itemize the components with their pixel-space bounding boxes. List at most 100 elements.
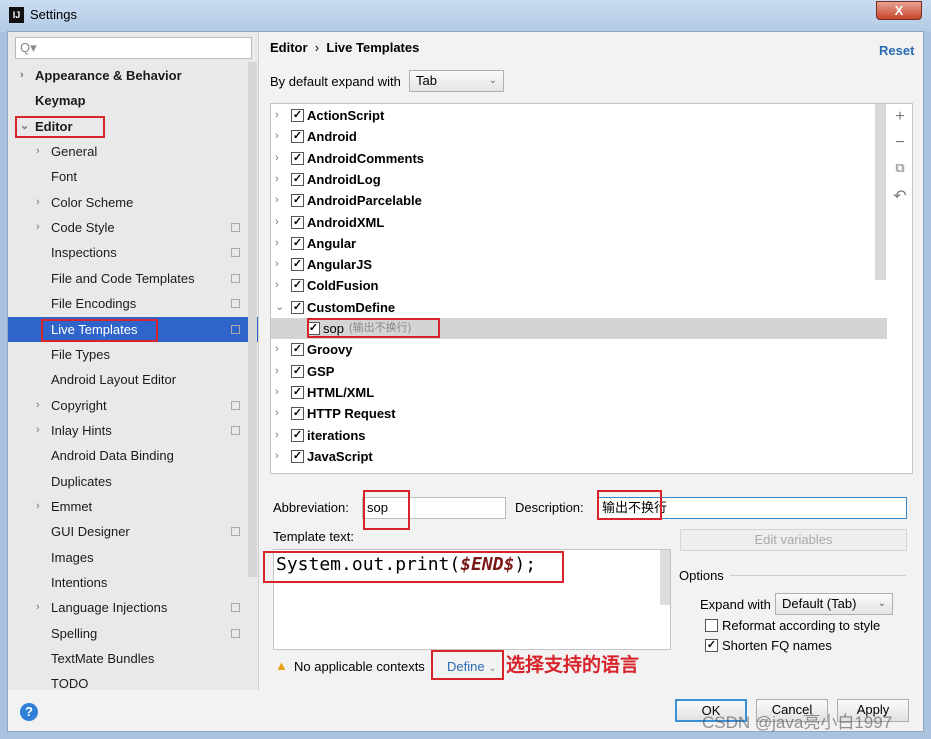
remove-icon[interactable]: − (892, 134, 908, 152)
enabled-checkbox[interactable]: ✓ (291, 236, 304, 250)
template-group-row[interactable]: › ✓ Android (271, 126, 887, 147)
chevron-right-icon[interactable]: › (275, 361, 279, 382)
enabled-checkbox[interactable]: ✓ (291, 151, 304, 165)
sidebar-item[interactable]: File and Code Templates (8, 266, 248, 291)
highlight-editor (15, 116, 105, 138)
add-icon[interactable]: + (892, 108, 908, 126)
tree-scrollbar[interactable] (875, 104, 886, 280)
template-group-row[interactable]: › ✓ AndroidLog (271, 169, 887, 190)
copy-icon[interactable]: ⧉ (892, 160, 908, 176)
enabled-checkbox[interactable]: ✓ (291, 194, 304, 208)
project-copy-icon (231, 299, 240, 309)
shorten-checkbox[interactable]: ✓ (705, 639, 718, 652)
sidebar-item[interactable]: › General (8, 139, 248, 164)
chevron-right-icon[interactable]: › (36, 190, 40, 215)
chevron-right-icon[interactable]: › (275, 446, 279, 467)
sidebar-item-label: Spelling (51, 625, 98, 641)
template-group-row[interactable]: › ✓ Groovy (271, 339, 887, 360)
template-label: JavaScript (307, 448, 373, 464)
enabled-checkbox[interactable]: ✓ (291, 130, 304, 144)
sidebar-item[interactable]: › Copyright (8, 393, 248, 418)
sidebar-item[interactable]: Keymap (8, 88, 248, 113)
highlight-sop (307, 318, 440, 338)
expand-select[interactable]: Tab ⌄ (409, 70, 504, 92)
template-group-row[interactable]: › ✓ Angular (271, 233, 887, 254)
help-icon[interactable]: ? (20, 703, 38, 721)
reset-link[interactable]: Reset (879, 43, 914, 58)
chevron-right-icon[interactable]: › (275, 212, 279, 233)
sidebar-item[interactable]: Android Data Binding (8, 443, 248, 468)
chevron-right-icon[interactable]: › (275, 105, 279, 126)
chevron-right-icon[interactable]: › (275, 126, 279, 147)
reformat-checkbox[interactable] (705, 619, 718, 632)
sidebar-item[interactable]: Inspections (8, 240, 248, 265)
enabled-checkbox[interactable]: ✓ (291, 385, 304, 399)
chevron-right-icon[interactable]: › (275, 403, 279, 424)
search-input[interactable]: Q▾ (15, 37, 252, 59)
template-group-row[interactable]: › ✓ GSP (271, 361, 887, 382)
sidebar-item[interactable]: TODO (8, 671, 248, 696)
enabled-checkbox[interactable]: ✓ (291, 279, 304, 293)
edit-variables-button[interactable]: Edit variables (680, 529, 907, 551)
enabled-checkbox[interactable]: ✓ (291, 300, 304, 314)
sidebar-scrollbar[interactable] (248, 62, 257, 577)
chevron-down-icon[interactable]: ⌄ (275, 297, 284, 318)
template-group-row[interactable]: › ✓ HTML/XML (271, 382, 887, 403)
sidebar-item[interactable]: Android Layout Editor (8, 367, 248, 392)
template-group-row[interactable]: › ✓ HTTP Request (271, 403, 887, 424)
chevron-right-icon[interactable]: › (275, 148, 279, 169)
sidebar-item[interactable]: › Code Style (8, 215, 248, 240)
close-button[interactable]: X (876, 1, 922, 20)
enabled-checkbox[interactable]: ✓ (291, 215, 304, 229)
enabled-checkbox[interactable]: ✓ (291, 343, 304, 357)
sidebar-item[interactable]: Images (8, 545, 248, 570)
revert-icon[interactable]: ↶ (892, 186, 908, 206)
enabled-checkbox[interactable]: ✓ (291, 407, 304, 421)
sidebar-item[interactable]: GUI Designer (8, 519, 248, 544)
chevron-right-icon[interactable]: › (275, 233, 279, 254)
chevron-right-icon[interactable]: › (36, 418, 40, 443)
chevron-right-icon[interactable]: › (275, 254, 279, 275)
enabled-checkbox[interactable]: ✓ (291, 449, 304, 463)
chevron-right-icon[interactable]: › (275, 339, 279, 360)
sidebar-item[interactable]: Intentions (8, 570, 248, 595)
template-group-row[interactable]: › ✓ iterations (271, 425, 887, 446)
sidebar-item[interactable]: Duplicates (8, 469, 248, 494)
chevron-right-icon[interactable]: › (20, 63, 24, 88)
sidebar-item[interactable]: File Encodings (8, 291, 248, 316)
enabled-checkbox[interactable]: ✓ (291, 109, 304, 122)
sidebar-item[interactable]: TextMate Bundles (8, 646, 248, 671)
template-group-row[interactable]: › ✓ AngularJS (271, 254, 887, 275)
template-scrollbar[interactable] (660, 550, 670, 605)
chevron-right-icon[interactable]: › (275, 169, 279, 190)
enabled-checkbox[interactable]: ✓ (291, 172, 304, 186)
template-group-row[interactable]: › ✓ AndroidXML (271, 212, 887, 233)
enabled-checkbox[interactable]: ✓ (291, 428, 304, 442)
chevron-right-icon[interactable]: › (275, 190, 279, 211)
chevron-right-icon[interactable]: › (36, 595, 40, 620)
enabled-checkbox[interactable]: ✓ (291, 364, 304, 378)
expand-with-select[interactable]: Default (Tab) ⌄ (775, 593, 893, 615)
chevron-right-icon[interactable]: › (36, 139, 40, 164)
sidebar-item[interactable]: Font (8, 164, 248, 189)
enabled-checkbox[interactable]: ✓ (291, 258, 304, 272)
sidebar-item[interactable]: › Appearance & Behavior (8, 63, 248, 88)
template-group-row[interactable]: ⌄ ✓ CustomDefine (271, 297, 887, 318)
chevron-right-icon[interactable]: › (36, 393, 40, 418)
chevron-right-icon[interactable]: › (275, 382, 279, 403)
sidebar-item[interactable]: › Color Scheme (8, 190, 248, 215)
sidebar-item[interactable]: › Inlay Hints (8, 418, 248, 443)
sidebar-item[interactable]: Spelling (8, 621, 248, 646)
sidebar-item[interactable]: File Types (8, 342, 248, 367)
template-group-row[interactable]: › ✓ AndroidParcelable (271, 190, 887, 211)
template-group-row[interactable]: › ✓ AndroidComments (271, 148, 887, 169)
template-group-row[interactable]: › ✓ ColdFusion (271, 275, 887, 296)
template-group-row[interactable]: › ✓ ActionScript (271, 105, 887, 126)
sidebar-item[interactable]: › Emmet (8, 494, 248, 519)
sidebar-item[interactable]: › Language Injections (8, 595, 248, 620)
chevron-right-icon[interactable]: › (36, 215, 40, 240)
chevron-right-icon[interactable]: › (275, 425, 279, 446)
chevron-right-icon[interactable]: › (275, 275, 279, 296)
chevron-right-icon[interactable]: › (36, 494, 40, 519)
template-group-row[interactable]: › ✓ JavaScript (271, 446, 887, 467)
